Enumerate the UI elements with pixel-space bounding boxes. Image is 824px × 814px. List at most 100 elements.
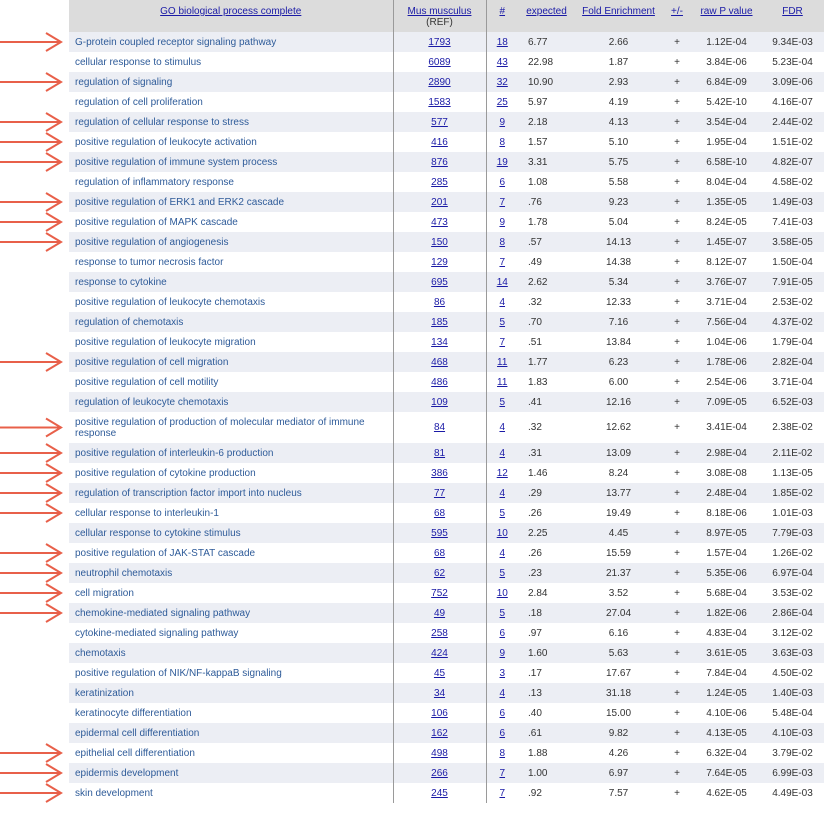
exp-cell: 1.60 [518, 643, 575, 663]
gene-count-link[interactable]: 14 [497, 277, 508, 288]
reference-count-link[interactable]: 201 [431, 197, 448, 208]
exp-cell: 2.18 [518, 112, 575, 132]
table-row: positive regulation of JAK-STAT cascade 6… [69, 543, 824, 563]
direction-sign: + [674, 336, 680, 348]
gene-count-link[interactable]: 5 [499, 317, 505, 328]
raw-p-value: 8.12E-07 [706, 256, 747, 268]
reference-count-link[interactable]: 68 [434, 508, 445, 519]
reference-count-link[interactable]: 2890 [428, 77, 450, 88]
reference-count-link[interactable]: 49 [434, 608, 445, 619]
header-reference-count[interactable]: Mus musculus (REF) [392, 0, 487, 32]
reference-count-link[interactable]: 595 [431, 528, 448, 539]
gene-count-link[interactable]: 6 [499, 628, 505, 639]
reference-count-link[interactable]: 86 [434, 297, 445, 308]
reference-count-link[interactable]: 468 [431, 357, 448, 368]
gene-count-link[interactable]: 5 [499, 608, 505, 619]
gene-count-link[interactable]: 43 [497, 57, 508, 68]
gene-count-link[interactable]: 7 [499, 788, 505, 799]
fdr-value: 1.01E-03 [772, 507, 813, 519]
reference-count-link[interactable]: 62 [434, 568, 445, 579]
reference-count-link[interactable]: 185 [431, 317, 448, 328]
direction-sign: + [674, 256, 680, 268]
gene-count-link[interactable]: 7 [499, 768, 505, 779]
reference-count-link[interactable]: 34 [434, 688, 445, 699]
reference-count-link[interactable]: 424 [431, 648, 448, 659]
gene-count-link[interactable]: 4 [499, 297, 505, 308]
reference-count-link[interactable]: 285 [431, 177, 448, 188]
reference-count-link[interactable]: 258 [431, 628, 448, 639]
gene-count-link[interactable]: 9 [499, 648, 505, 659]
gene-count-link[interactable]: 4 [499, 448, 505, 459]
gene-count-link[interactable]: 9 [499, 117, 505, 128]
gene-count-link[interactable]: 8 [499, 748, 505, 759]
gene-count-link[interactable]: 4 [499, 688, 505, 699]
reference-count-link[interactable]: 486 [431, 377, 448, 388]
gene-count-link[interactable]: 8 [499, 137, 505, 148]
reference-count-link[interactable]: 577 [431, 117, 448, 128]
gene-count-link[interactable]: 4 [499, 422, 505, 433]
fdr-cell: 1.49E-03 [761, 192, 824, 212]
reference-count-link[interactable]: 386 [431, 468, 448, 479]
reference-count-link[interactable]: 77 [434, 488, 445, 499]
gene-count-link[interactable]: 12 [497, 468, 508, 479]
reference-count-link[interactable]: 68 [434, 548, 445, 559]
gene-count-link[interactable]: 6 [499, 728, 505, 739]
gene-count-link[interactable]: 4 [499, 548, 505, 559]
header-raw-p-value[interactable]: raw P value [692, 0, 761, 32]
gene-count-link[interactable]: 8 [499, 237, 505, 248]
gene-count-link[interactable]: 7 [499, 197, 505, 208]
reference-count-link[interactable]: 106 [431, 708, 448, 719]
header-direction[interactable]: +/- [662, 0, 692, 32]
reference-count-link[interactable]: 150 [431, 237, 448, 248]
reference-count-link[interactable]: 109 [431, 397, 448, 408]
reference-count-link[interactable]: 876 [431, 157, 448, 168]
gene-count-link[interactable]: 10 [497, 528, 508, 539]
fold-enrichment-value: 6.00 [608, 376, 629, 388]
gene-count-link[interactable]: 5 [499, 568, 505, 579]
gene-count-link[interactable]: 18 [497, 37, 508, 48]
reference-count-link[interactable]: 162 [431, 728, 448, 739]
reference-count-link[interactable]: 129 [431, 257, 448, 268]
reference-count-link[interactable]: 6089 [428, 57, 450, 68]
reference-count-link[interactable]: 752 [431, 588, 448, 599]
reference-count-link[interactable]: 1793 [428, 37, 450, 48]
fold-cell: 7.57 [575, 783, 662, 803]
reference-count-link[interactable]: 695 [431, 277, 448, 288]
gene-count-link[interactable]: 11 [497, 377, 507, 388]
fold-cell: 12.62 [575, 412, 662, 443]
fdr-value: 2.53E-02 [772, 296, 813, 308]
gene-count-link[interactable]: 32 [497, 77, 508, 88]
gene-count-link[interactable]: 6 [499, 708, 505, 719]
reference-count-link[interactable]: 245 [431, 788, 448, 799]
header-fdr[interactable]: FDR [761, 0, 824, 32]
reference-count-link[interactable]: 81 [434, 448, 445, 459]
reference-count-link[interactable]: 266 [431, 768, 448, 779]
reference-count-link[interactable]: 1583 [428, 97, 450, 108]
reference-count-link[interactable]: 416 [431, 137, 448, 148]
reference-count-link[interactable]: 498 [431, 748, 448, 759]
go-term-name: positive regulation of leukocyte migrati… [75, 336, 256, 348]
reference-count-link[interactable]: 134 [431, 337, 448, 348]
term-cell: positive regulation of MAPK cascade [69, 212, 393, 232]
reference-count-link[interactable]: 84 [434, 422, 445, 433]
reference-count-link[interactable]: 473 [431, 217, 448, 228]
gene-count-link[interactable]: 6 [499, 177, 505, 188]
gene-count-link[interactable]: 25 [497, 97, 508, 108]
header-gene-count[interactable]: # [486, 0, 518, 32]
gene-count-link[interactable]: 10 [497, 588, 508, 599]
exp-cell: 2.84 [518, 583, 575, 603]
reference-count-link[interactable]: 45 [434, 668, 445, 679]
gene-count-link[interactable]: 4 [499, 488, 505, 499]
gene-count-link[interactable]: 11 [497, 357, 507, 368]
gene-count-link[interactable]: 7 [499, 337, 505, 348]
gene-count-link[interactable]: 5 [499, 397, 505, 408]
header-go-term[interactable]: GO biological process complete [69, 0, 393, 32]
gene-count-link[interactable]: 9 [499, 217, 505, 228]
header-expected[interactable]: expected [518, 0, 575, 32]
gene-count-link[interactable]: 7 [499, 257, 505, 268]
gene-count-link[interactable]: 3 [499, 668, 505, 679]
gene-count-link[interactable]: 19 [497, 157, 508, 168]
header-fold-enrichment[interactable]: Fold Enrichment [575, 0, 662, 32]
dir-cell: + [662, 723, 692, 743]
gene-count-link[interactable]: 5 [499, 508, 505, 519]
